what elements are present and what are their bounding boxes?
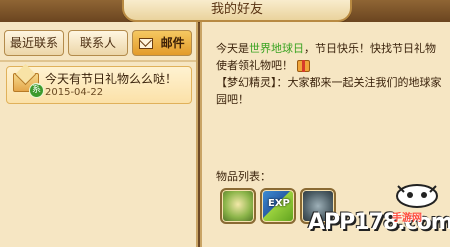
message-text: ，节日快乐！快找节日礼物 bbox=[304, 42, 436, 55]
item-label: EXP bbox=[268, 198, 290, 209]
exp-card-item-slot[interactable]: EXP bbox=[260, 188, 296, 224]
message-line-2: 使者领礼物吧！ bbox=[216, 57, 446, 74]
tab-mail[interactable]: 邮件 bbox=[132, 30, 192, 56]
tab-label: 邮件 bbox=[160, 36, 185, 50]
system-badge: 系 bbox=[29, 83, 44, 98]
mail-list-panel: 最近联系 联系人 邮件 系 今天有节日礼物么么哒！ 2015-04-22 bbox=[0, 22, 198, 247]
tab-label: 联系人 bbox=[79, 36, 116, 50]
watermark-mascot-icon bbox=[396, 184, 438, 208]
window-title: 我的好友 bbox=[122, 0, 352, 22]
mail-list-item[interactable]: 系 今天有节日礼物么么哒！ 2015-04-22 bbox=[6, 66, 192, 104]
message-line-3: 【梦幻精灵】：大家都来一起关注我们的地球家园吧！ bbox=[216, 76, 442, 106]
message-text: 使者领礼物吧！ bbox=[216, 59, 293, 72]
scroll-item-slot[interactable] bbox=[220, 188, 256, 224]
tab-label: 最近联系 bbox=[9, 36, 58, 50]
items-label: 物品列表： bbox=[216, 170, 271, 183]
mail-subject: 今天有节日礼物么么哒！ bbox=[45, 72, 178, 86]
mail-body: 今天是世界地球日，节日快乐！快找节日礼物 使者领礼物吧！ 【梦幻精灵】：大家都来… bbox=[216, 40, 446, 108]
message-text: 今天是 bbox=[216, 42, 249, 55]
tab-recent-contacts[interactable]: 最近联系 bbox=[4, 30, 64, 56]
highlight-text: 世界地球日 bbox=[249, 42, 304, 55]
mail-date: 2015-04-22 bbox=[45, 87, 104, 98]
gift-icon bbox=[296, 60, 310, 72]
message-line-1: 今天是世界地球日，节日快乐！快找节日礼物 bbox=[216, 40, 446, 57]
divider bbox=[0, 60, 196, 62]
watermark-subtitle: 手游网 bbox=[392, 213, 422, 224]
watermark-logo: APP178.com bbox=[308, 210, 450, 235]
mail-icon bbox=[139, 38, 154, 49]
tab-contacts[interactable]: 联系人 bbox=[68, 30, 128, 56]
